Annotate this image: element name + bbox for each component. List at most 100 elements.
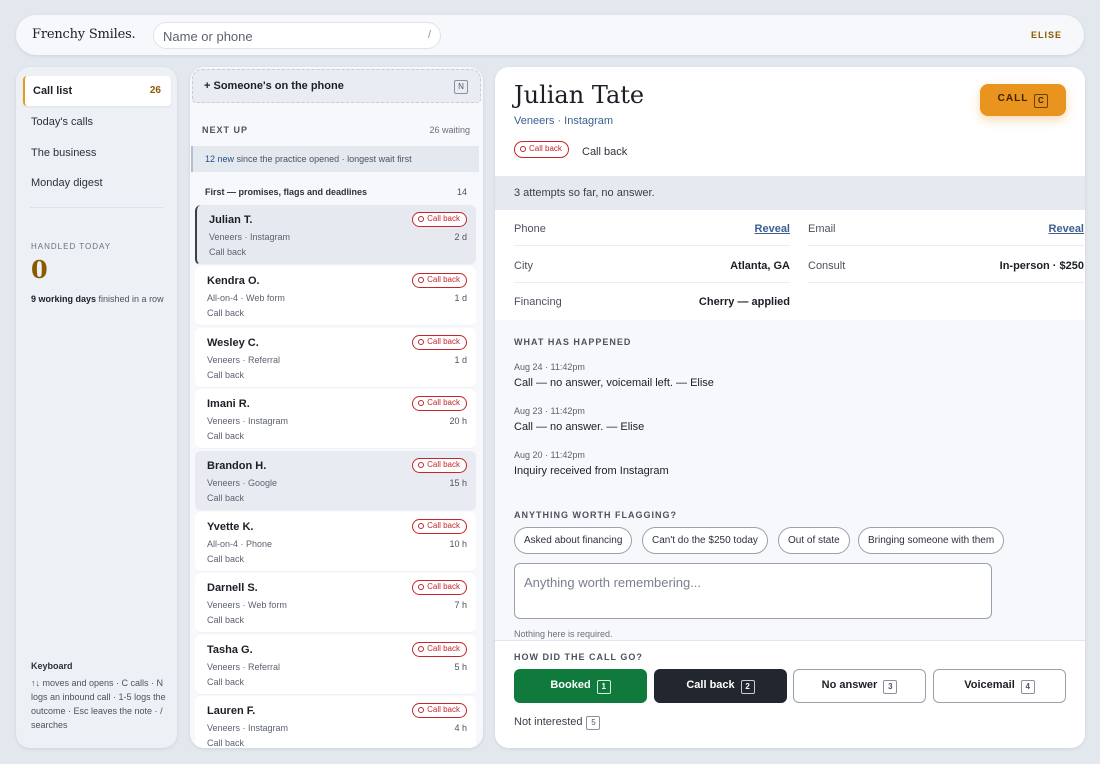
flag-chip-financing[interactable]: Asked about financing — [514, 527, 633, 554]
shortcut-key: 3 — [883, 679, 898, 694]
queue-item[interactable]: Julian T. Call back Veneers · Instagram 2 d… — [195, 205, 476, 265]
call-back-button[interactable]: Call back 2 — [654, 669, 787, 703]
reveal-phone-link[interactable]: Reveal — [755, 223, 790, 235]
status-badge-label: Call back — [427, 705, 460, 715]
history-date: Aug 24 · 11:42pm — [514, 362, 585, 372]
next-up-heading: NEXT UP — [202, 125, 249, 135]
queue-item[interactable]: Tasha G. Call back Veneers · Referral 5 h Ca… — [195, 634, 476, 695]
queue-item[interactable]: Imani R. Call back Veneers · Instagram 20 h… — [195, 389, 476, 450]
button-label: No answer — [821, 678, 878, 691]
history-text: Call — no answer, voicemail left. — Elis… — [514, 377, 714, 389]
shortcut-key: 2 — [740, 679, 755, 694]
search-box[interactable]: / — [153, 22, 441, 49]
queue-item[interactable]: Lauren F. Call back Veneers · Instagram 4 h… — [195, 696, 476, 748]
consult-field: Consult In-person · $250 — [808, 247, 1084, 283]
status-badge-label: Call back — [427, 336, 460, 346]
sidebar: Call list 26 Today's calls The business … — [16, 67, 177, 748]
patient-detail: Julian Tate Veneers · Instagram Call bac… — [495, 67, 1085, 748]
queue-item-wait: 20 h — [449, 416, 467, 427]
circle-icon — [418, 707, 425, 714]
sidebar-item-label: Today's calls — [31, 116, 94, 128]
history-text: Inquiry received from Instagram — [514, 465, 669, 477]
inbound-call-label: + Someone's on the phone — [204, 80, 344, 92]
status-badge: Call back — [412, 580, 467, 596]
shortcut-key: 4 — [1020, 679, 1035, 694]
status-badge-label: Call back — [427, 275, 460, 285]
queue-item-wait: 1 d — [454, 293, 467, 304]
queue-item-status: Call back — [207, 676, 245, 687]
email-label: Email — [808, 223, 836, 235]
queue-item-meta: Veneers · Web form — [207, 600, 287, 611]
top-bar: Frenchy Smiles. / ELISE — [16, 15, 1084, 55]
queue-item[interactable]: Brandon H. Call back Veneers · Google 15 h C… — [195, 450, 476, 511]
queue-item-meta: All-on-4 · Web form — [207, 293, 285, 304]
sidebar-item-monday-digest[interactable]: Monday digest — [23, 168, 171, 198]
queue-item-name: Julian T. — [209, 214, 253, 226]
sidebar-item-the-business[interactable]: The business — [23, 138, 171, 168]
shortcut-key: N — [454, 80, 468, 94]
flag-chip-out-of-state[interactable]: Out of state — [778, 527, 850, 554]
shortcut-key: C — [1034, 93, 1049, 108]
sidebar-item-todays-calls[interactable]: Today's calls — [23, 107, 171, 137]
queue-item[interactable]: Kendra O. Call back All-on-4 · Web form 1 d… — [195, 266, 476, 327]
booked-button[interactable]: Booked 1 — [514, 669, 647, 703]
sidebar-item-label: The business — [31, 147, 97, 159]
status-badge: Call back — [412, 519, 467, 534]
phone-label: Phone — [514, 223, 546, 235]
not-interested-button[interactable]: Not interested 5 — [514, 716, 601, 730]
new-inquiries-banner: 12 new since the practice opened · longe… — [191, 146, 479, 172]
waiting-count: 26 waiting — [429, 125, 470, 135]
contact-info: Phone Reveal Email Reveal City Atlanta, … — [495, 210, 1085, 320]
brand-logo[interactable]: Frenchy Smiles. — [32, 27, 136, 42]
call-list-count: 26 — [149, 85, 161, 96]
flags-title: ANYTHING WORTH FLAGGING? — [514, 510, 677, 520]
queue-item-status: Call back — [207, 431, 245, 442]
queue-item-name: Lauren F. — [207, 705, 256, 718]
call-button[interactable]: CALL C — [980, 84, 1066, 116]
queue-item-status: Call back — [207, 308, 245, 319]
shortcut-key: 5 — [586, 716, 601, 730]
queue-item-meta: All-on-4 · Phone — [207, 539, 273, 549]
financing-label: Financing — [514, 296, 562, 308]
queue-item[interactable]: Darnell S. Call back Veneers · Web form 7 h… — [195, 573, 476, 634]
search-input[interactable] — [163, 27, 413, 45]
queue-item-status: Call back — [209, 247, 247, 257]
queue-item-meta: Veneers · Instagram — [207, 723, 289, 734]
circle-icon — [418, 277, 425, 284]
new-text: since the practice opened · longest wait… — [234, 154, 412, 164]
status-badge: Call back — [412, 212, 467, 227]
queue-item[interactable]: Yvette K. Call back All-on-4 · Phone 10 h Ca… — [195, 512, 476, 572]
button-label: Booked — [550, 678, 591, 691]
status-badge-label: Call back — [427, 398, 460, 408]
queue-item-status: Call back — [207, 492, 245, 503]
history-text: Call — no answer. — Elise — [514, 421, 645, 433]
queue-item-meta: Veneers · Instagram — [209, 232, 291, 242]
queue-item-meta: Veneers · Referral — [207, 661, 281, 672]
queue-item-name: Imani R. — [207, 398, 250, 411]
status-badge: Call back — [514, 141, 569, 158]
history-date: Aug 23 · 11:42pm — [514, 406, 585, 416]
call-queue: + Someone's on the phone N NEXT UP 26 wa… — [190, 67, 483, 748]
flag-chip-bringing-someone[interactable]: Bringing someone with them — [858, 527, 1005, 554]
status-badge-label: Call back — [427, 582, 460, 592]
no-answer-button[interactable]: No answer 3 — [793, 669, 926, 703]
reveal-email-link[interactable]: Reveal — [1049, 223, 1084, 235]
history-title: WHAT HAS HAPPENED — [514, 337, 632, 347]
flag-chip-cant-pay[interactable]: Can't do the $250 today — [642, 527, 768, 554]
inbound-call-button[interactable]: + Someone's on the phone N — [192, 69, 481, 103]
status-badge-label: Call back — [427, 214, 460, 223]
email-field: Email Reveal — [808, 210, 1084, 246]
voicemail-button[interactable]: Voicemail 4 — [933, 669, 1066, 703]
status-badge-label: Call back — [427, 643, 460, 653]
queue-item[interactable]: Wesley C. Call back Veneers · Referral 1 d C… — [195, 327, 476, 388]
status-badge: Call back — [412, 641, 467, 657]
queue-item-status: Call back — [207, 369, 245, 380]
sidebar-item-call-list[interactable]: Call list 26 — [23, 76, 171, 106]
queue-item-meta: Veneers · Referral — [207, 354, 281, 365]
note-textarea[interactable] — [514, 563, 992, 619]
streak-rest: finished in a row — [96, 294, 164, 304]
city-field: City Atlanta, GA — [514, 247, 790, 283]
status-badge: Call back — [412, 396, 467, 412]
user-name[interactable]: ELISE — [1031, 30, 1062, 40]
queue-item-wait: 1 d — [454, 354, 467, 365]
